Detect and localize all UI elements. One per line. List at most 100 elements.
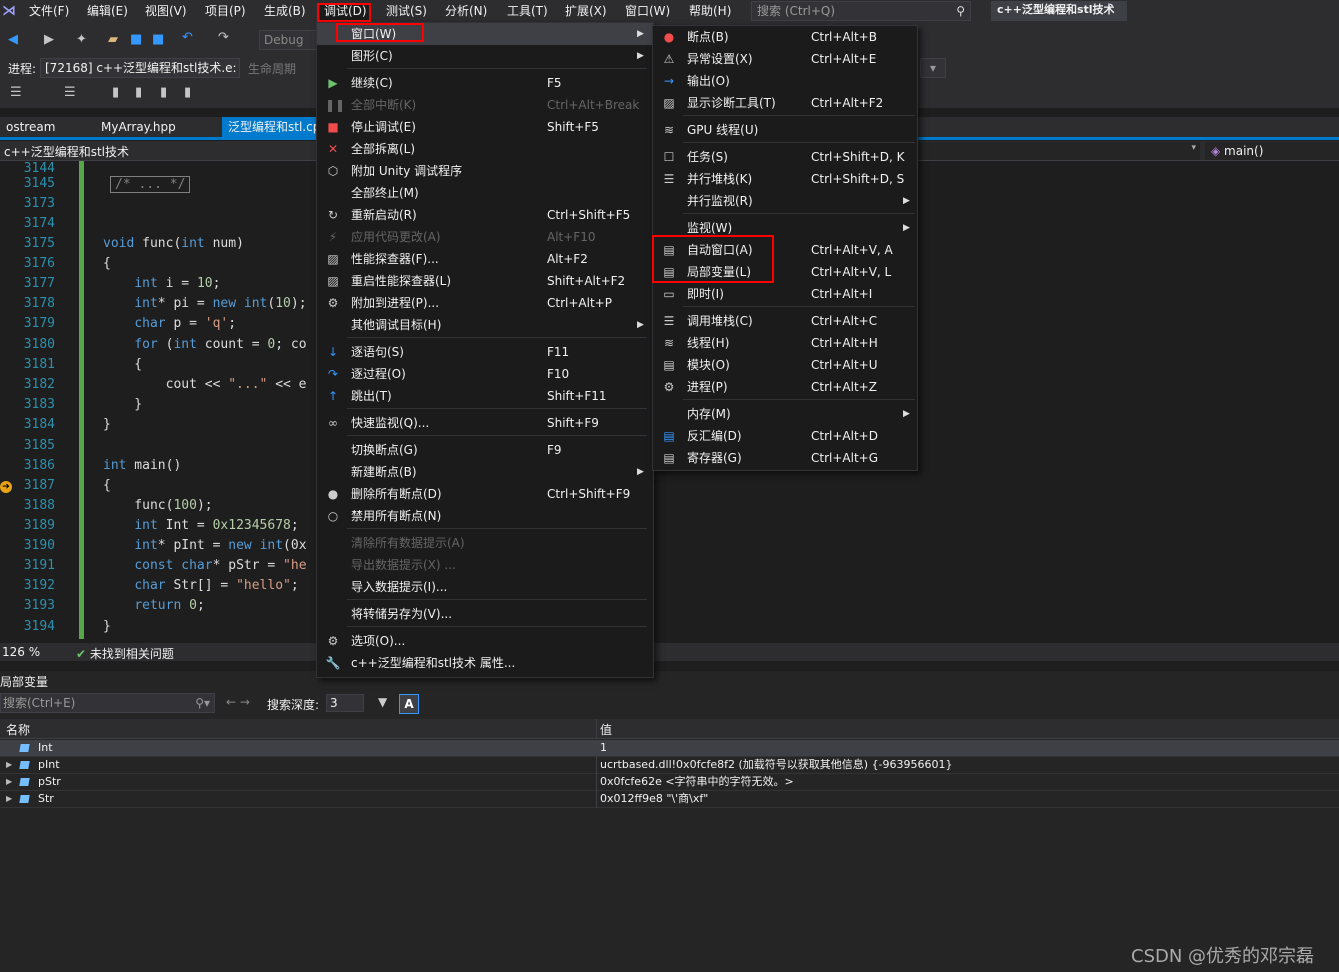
window-menu-item[interactable]: ▤ 反汇编(D) Ctrl+Alt+D	[653, 425, 917, 447]
undo-icon[interactable]: ↶	[182, 30, 193, 45]
menu-tools[interactable]: 工具(T)	[502, 3, 553, 21]
menu-extensions[interactable]: 扩展(X)	[560, 3, 612, 21]
code-line[interactable]: int* pi = new int(10);	[103, 296, 306, 311]
open-folder-icon[interactable]: ▰	[108, 32, 118, 47]
debug-menu-item[interactable]: 其他调试目标(H) ▶	[317, 314, 653, 336]
menu-test[interactable]: 测试(S)	[381, 3, 432, 21]
column-value[interactable]: 值	[600, 721, 612, 738]
column-name[interactable]: 名称	[6, 721, 30, 738]
clear-bookmarks-icon[interactable]: ▮	[184, 85, 191, 100]
debug-menu-item[interactable]: 全部终止(M)	[317, 182, 653, 204]
expand-icon[interactable]: ▶	[6, 791, 12, 807]
debug-menu-item[interactable]: 🔧 c++泛型编程和stl技术 属性...	[317, 652, 653, 674]
zoom-level[interactable]: 126 %	[2, 645, 40, 659]
debug-menu-item[interactable]: 新建断点(B) ▶	[317, 461, 653, 483]
member-select[interactable]: ◈ main()	[1205, 142, 1339, 160]
window-menu-item[interactable]: ▨ 显示诊断工具(T) Ctrl+Alt+F2	[653, 92, 917, 114]
process-select[interactable]: [72168] c++泛型编程和stl技术.e:	[40, 58, 240, 78]
window-menu-item[interactable]: 内存(M) ▶	[653, 403, 917, 425]
tab-myarray[interactable]: MyArray.hpp	[95, 117, 182, 137]
window-menu-item[interactable]: ● 断点(B) Ctrl+Alt+B	[653, 26, 917, 48]
save-icon[interactable]: ■	[130, 32, 142, 47]
debug-menu-item[interactable]: ↓ 逐语句(S) F11	[317, 341, 653, 363]
table-row[interactable]: ▶ pStr 0x0fcfe62e <字符串中的字符无效。>	[0, 774, 1339, 791]
code-line[interactable]: void func(int num)	[103, 236, 244, 251]
debug-menu-item[interactable]: ∞ 快速监视(Q)... Shift+F9	[317, 412, 653, 434]
code-line[interactable]: int Int = 0x12345678;	[103, 518, 298, 533]
menu-build[interactable]: 生成(B)	[259, 3, 311, 21]
debug-menu-item[interactable]: ▶ 继续(C) F5	[317, 72, 653, 94]
menu-analyze[interactable]: 分析(N)	[440, 3, 492, 21]
code-line[interactable]: {	[103, 256, 111, 271]
debug-menu-item[interactable]: ▨ 重启性能探查器(L) Shift+Alt+F2	[317, 270, 653, 292]
debug-menu-item[interactable]: ⬡ 附加 Unity 调试程序	[317, 160, 653, 182]
locals-search-input[interactable]: 搜索(Ctrl+E) ⚲▾	[0, 693, 215, 713]
menu-help[interactable]: 帮助(H)	[684, 3, 736, 21]
expand-icon[interactable]: ▶	[6, 757, 12, 773]
tab-ostream[interactable]: ostream	[0, 117, 61, 137]
menu-file[interactable]: 文件(F)	[24, 3, 74, 21]
indent-icon[interactable]: ☰	[10, 85, 22, 100]
code-line[interactable]: cout << "..." << e	[103, 377, 307, 392]
debug-menu-item[interactable]: ⚡ 应用代码更改(A) Alt+F10	[317, 226, 653, 248]
menu-window[interactable]: 窗口(W)	[620, 3, 675, 21]
code-line[interactable]: char p = 'q';	[103, 316, 236, 331]
debug-menu-item[interactable]: 清除所有数据提示(A)	[317, 532, 653, 554]
comment-icon[interactable]: ☰	[64, 85, 76, 100]
menu-edit[interactable]: 编辑(E)	[82, 3, 133, 21]
code-line[interactable]: {	[103, 478, 111, 493]
window-menu-item[interactable]: ⚠ 异常设置(X) Ctrl+Alt+E	[653, 48, 917, 70]
window-menu-item[interactable]: ▭ 即时(I) Ctrl+Alt+I	[653, 283, 917, 305]
column-divider[interactable]	[596, 719, 597, 739]
lifecycle-events-label[interactable]: 生命周期	[248, 60, 296, 77]
tab-main-source[interactable]: 泛型编程和stl.cp	[222, 117, 316, 137]
debug-menu-item[interactable]: ⚙ 选项(O)...	[317, 630, 653, 652]
filter-icon[interactable]: ▼	[378, 695, 387, 709]
window-menu-item[interactable]: ▤ 寄存器(G) Ctrl+Alt+G	[653, 447, 917, 469]
window-menu-item[interactable]: ⚙ 进程(P) Ctrl+Alt+Z	[653, 376, 917, 398]
code-line[interactable]: int i = 10;	[103, 276, 220, 291]
bookmark-icon[interactable]: ▮	[112, 85, 119, 100]
window-menu-item[interactable]: → 输出(O)	[653, 70, 917, 92]
code-line[interactable]: int main()	[103, 458, 181, 473]
code-line[interactable]: }	[103, 417, 111, 432]
code-line[interactable]: }	[103, 397, 142, 412]
code-line[interactable]: char Str[] = "hello";	[103, 578, 298, 593]
code-line[interactable]: }	[103, 619, 111, 634]
scope-select[interactable]: ▾	[918, 142, 1200, 160]
next-bookmark-icon[interactable]: ▮	[160, 85, 167, 100]
code-line[interactable]: /* ... */	[110, 176, 191, 193]
prev-bookmark-icon[interactable]: ▮	[135, 85, 142, 100]
debug-menu-item[interactable]: 导出数据提示(X) ...	[317, 554, 653, 576]
new-project-icon[interactable]: ✦	[76, 32, 87, 47]
debug-menu-item[interactable]: 切换断点(G) F9	[317, 439, 653, 461]
table-row[interactable]: Int 1	[0, 740, 1339, 757]
table-row[interactable]: ▶ Str 0x012ff9e8 "\'商\xf"	[0, 791, 1339, 808]
back-arrow-icon[interactable]: ← →	[226, 695, 250, 709]
code-line[interactable]: return 0;	[103, 598, 204, 613]
code-line[interactable]: func(100);	[103, 498, 212, 513]
window-menu-item[interactable]: ☰ 调用堆栈(C) Ctrl+Alt+C	[653, 310, 917, 332]
table-row[interactable]: ▶ pInt ucrtbased.dll!0x0fcfe8f2 (加载符号以获取其他…	[0, 757, 1339, 774]
code-line[interactable]: for (int count = 0; co	[103, 337, 306, 352]
window-menu-item[interactable]: ≋ 线程(H) Ctrl+Alt+H	[653, 332, 917, 354]
back-icon[interactable]: ◀	[8, 32, 18, 47]
menu-view[interactable]: 视图(V)	[140, 3, 192, 21]
debug-menu-item[interactable]: ■ 停止调试(E) Shift+F5	[317, 116, 653, 138]
debug-menu-item[interactable]: ↑ 跳出(T) Shift+F11	[317, 385, 653, 407]
window-menu-item[interactable]: 并行监视(R) ▶	[653, 190, 917, 212]
thread-select[interactable]: ▾	[920, 58, 946, 78]
debug-menu-item[interactable]: ▨ 性能探查器(F)... Alt+F2	[317, 248, 653, 270]
debug-menu-item[interactable]: ○ 禁用所有断点(N)	[317, 505, 653, 527]
debug-menu-item[interactable]: 将转储另存为(V)...	[317, 603, 653, 625]
debug-menu-item[interactable]: ↻ 重新启动(R) Ctrl+Shift+F5	[317, 204, 653, 226]
search-depth-select[interactable]: 3	[326, 694, 364, 712]
window-menu-item[interactable]: ☐ 任务(S) Ctrl+Shift+D, K	[653, 146, 917, 168]
code-line[interactable]: const char* pStr = "he	[103, 558, 306, 573]
debug-menu-item[interactable]: ● 删除所有断点(D) Ctrl+Shift+F9	[317, 483, 653, 505]
redo-icon[interactable]: ↷	[218, 30, 229, 45]
window-menu-item[interactable]: ≋ GPU 线程(U)	[653, 119, 917, 141]
project-scope-select[interactable]: c++泛型编程和stl技术	[0, 143, 129, 160]
hex-display-button[interactable]: A	[399, 694, 419, 714]
window-menu-item[interactable]: ☰ 并行堆栈(K) Ctrl+Shift+D, S	[653, 168, 917, 190]
